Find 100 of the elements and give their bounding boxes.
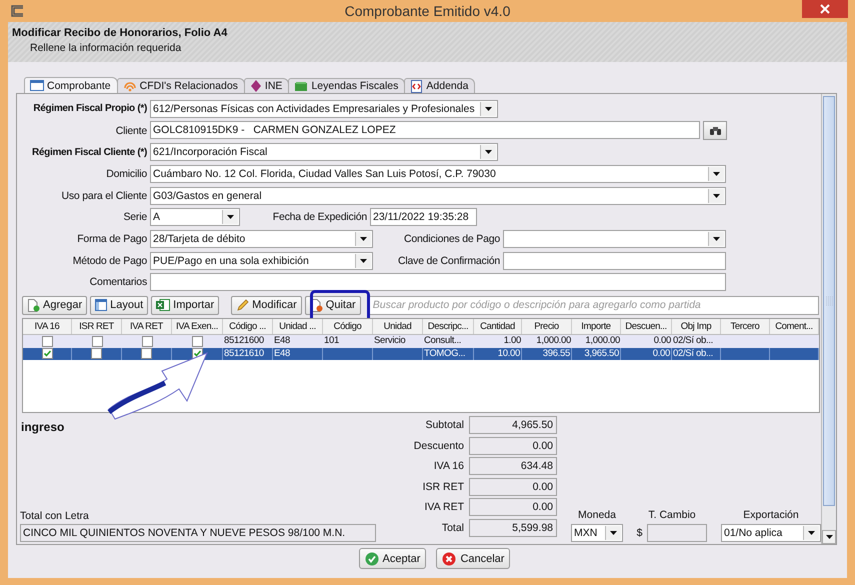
total-field: 0.00 bbox=[469, 498, 557, 516]
total-label: ISR RET bbox=[422, 480, 464, 493]
field-label: Moneda bbox=[578, 509, 616, 521]
column-header[interactable]: Tercero bbox=[721, 319, 770, 334]
binoculars-icon bbox=[708, 126, 722, 136]
close-button[interactable] bbox=[802, 0, 848, 18]
dropdown[interactable]: 621/Incorporación Fiscal bbox=[150, 143, 498, 162]
dropdown[interactable]: G03/Gastos en general bbox=[150, 186, 726, 205]
column-header[interactable]: IVA RET bbox=[122, 319, 172, 334]
caret-icon bbox=[227, 215, 234, 220]
window-icon bbox=[30, 80, 44, 91]
checkbox[interactable] bbox=[141, 348, 152, 360]
table-cell: 396.55 bbox=[542, 348, 570, 359]
dropdown[interactable]: 612/Personas Físicas con Actividades Empresariales y Profesionales bbox=[150, 100, 498, 118]
table-cell: 02/Sí ob... bbox=[673, 335, 714, 346]
dropdown[interactable]: 01/No aplica bbox=[721, 524, 821, 542]
scrollbar[interactable] bbox=[821, 94, 836, 544]
field-label: Domicilio bbox=[105, 168, 147, 180]
dialog-button[interactable]: Aceptar bbox=[358, 548, 426, 569]
table-cell: 0.00 bbox=[652, 348, 670, 359]
table-cell: 02/Sí ob... bbox=[673, 348, 714, 359]
scrollbar-thumb[interactable] bbox=[823, 96, 835, 506]
checkbox[interactable] bbox=[192, 336, 203, 347]
table-cell: 101 bbox=[324, 335, 339, 346]
column-header[interactable]: Descuen... bbox=[621, 319, 672, 334]
tab[interactable]: CFDI's Relacionados bbox=[116, 78, 245, 93]
input-field[interactable] bbox=[503, 252, 726, 270]
total-field: 0.00 bbox=[469, 478, 557, 496]
column-header[interactable]: Unidad ... bbox=[273, 319, 323, 334]
dropdown[interactable]: MXN bbox=[571, 524, 623, 542]
dropdown[interactable] bbox=[503, 230, 726, 248]
input-field[interactable]: 23/11/2022 19:35:28 bbox=[370, 208, 477, 226]
caret-icon bbox=[713, 172, 720, 176]
tab[interactable]: Leyendas Fiscales bbox=[288, 78, 406, 93]
tab[interactable]: INE bbox=[244, 78, 290, 93]
table-row[interactable]: 85121610 E48 TOMOG... 10.00 396.55 3,965.50 0.00 02/Sí ob... bbox=[23, 348, 819, 360]
table-cell: 1,000.00 bbox=[536, 335, 571, 346]
toolbar-button[interactable]: Quitar bbox=[304, 296, 361, 315]
toolbar-button[interactable]: Layout bbox=[90, 296, 148, 315]
dropdown[interactable]: 28/Tarjeta de débito bbox=[150, 230, 373, 248]
column-header[interactable]: IVA Exen... bbox=[172, 319, 223, 334]
column-header[interactable]: Descripc... bbox=[423, 319, 474, 334]
checkbox[interactable] bbox=[92, 336, 102, 347]
dialog-button[interactable]: Cancelar bbox=[436, 548, 510, 569]
dropdown[interactable]: PUE/Pago en una sola exhibición bbox=[150, 252, 373, 270]
close-icon bbox=[820, 4, 830, 14]
amount-in-words-field: CINCO MIL QUINIENTOS NOVENTA Y NUEVE PESOS 98/100 M.N. bbox=[20, 524, 376, 542]
input-field[interactable] bbox=[150, 273, 726, 292]
column-header[interactable]: Unidad bbox=[373, 319, 423, 334]
diamond-icon bbox=[250, 80, 262, 92]
tab[interactable]: Addenda bbox=[404, 78, 476, 93]
column-header[interactable]: ISR RET bbox=[72, 319, 122, 334]
total-label: IVA 16 bbox=[432, 460, 464, 472]
dropdown[interactable]: A bbox=[150, 208, 240, 226]
document-type: ingreso bbox=[21, 420, 64, 434]
toolbar-button[interactable]: Importar bbox=[151, 296, 220, 315]
search-button[interactable] bbox=[703, 121, 727, 140]
dropdown[interactable]: Cuámbaro No. 12 Col. Florida, Ciudad Valles San Luis Potosí, C.P. 79030 bbox=[150, 164, 726, 183]
field-label: Régimen Fiscal Cliente (*) bbox=[30, 146, 147, 158]
tab[interactable]: Comprobante bbox=[24, 77, 118, 93]
column-header[interactable]: Precio bbox=[522, 319, 572, 334]
dialog-instruction: Rellene la información requerida bbox=[30, 42, 182, 54]
column-header[interactable]: Cantidad bbox=[474, 319, 522, 334]
window-icon bbox=[95, 299, 108, 312]
toolbar-button[interactable]: Agregar bbox=[22, 296, 88, 315]
caret-icon bbox=[360, 258, 367, 263]
input-field[interactable]: GOLC810915DK9 - CARMEN GONZALEZ LOPEZ bbox=[150, 121, 700, 140]
checkbox[interactable] bbox=[142, 336, 152, 347]
column-header[interactable]: Código ... bbox=[223, 319, 273, 334]
checkbox[interactable] bbox=[91, 348, 102, 360]
column-header[interactable]: Obj Imp bbox=[672, 319, 721, 334]
code-document-icon bbox=[410, 80, 424, 92]
table-row[interactable]: 85121600 E48 101 Servicio Consult... 1.00 1,000.00 1,000.00 0.00 02/Sí ob... bbox=[23, 335, 819, 348]
checkbox[interactable] bbox=[42, 348, 52, 360]
window-title: Comprobante Emitido v4.0 bbox=[344, 3, 510, 19]
table-cell: E48 bbox=[274, 335, 290, 346]
table-cell: Servicio bbox=[374, 335, 406, 346]
caret-icon bbox=[360, 236, 367, 241]
column-header[interactable]: Código bbox=[323, 319, 373, 334]
column-header[interactable]: IVA 16 bbox=[23, 319, 72, 334]
column-header[interactable]: Coment... bbox=[770, 319, 819, 334]
total-label: Descuento bbox=[412, 440, 464, 452]
input-field[interactable] bbox=[647, 524, 708, 542]
field-label: Comentarios bbox=[88, 276, 147, 288]
table-cell: 1.00 bbox=[504, 335, 521, 346]
toolbar-button[interactable]: Modificar bbox=[231, 296, 302, 315]
total-field: 0.00 bbox=[469, 436, 557, 455]
total-label: Total bbox=[440, 522, 464, 534]
spreadsheet-icon bbox=[156, 299, 170, 312]
caret-icon bbox=[826, 535, 832, 539]
field-label: Total con Letra bbox=[20, 510, 89, 522]
field-label: Exportación bbox=[743, 509, 799, 521]
table-cell: Consult... bbox=[424, 335, 462, 346]
column-header[interactable]: Importe bbox=[572, 319, 621, 334]
caret-icon bbox=[485, 106, 492, 111]
search-field[interactable]: Buscar producto por código o descripción para agregarlo como partida bbox=[368, 296, 819, 315]
table-cell: E48 bbox=[274, 348, 290, 359]
field-label: Método de Pago bbox=[72, 254, 147, 267]
scroll-down-button[interactable] bbox=[822, 530, 836, 544]
checkbox[interactable] bbox=[42, 336, 53, 347]
